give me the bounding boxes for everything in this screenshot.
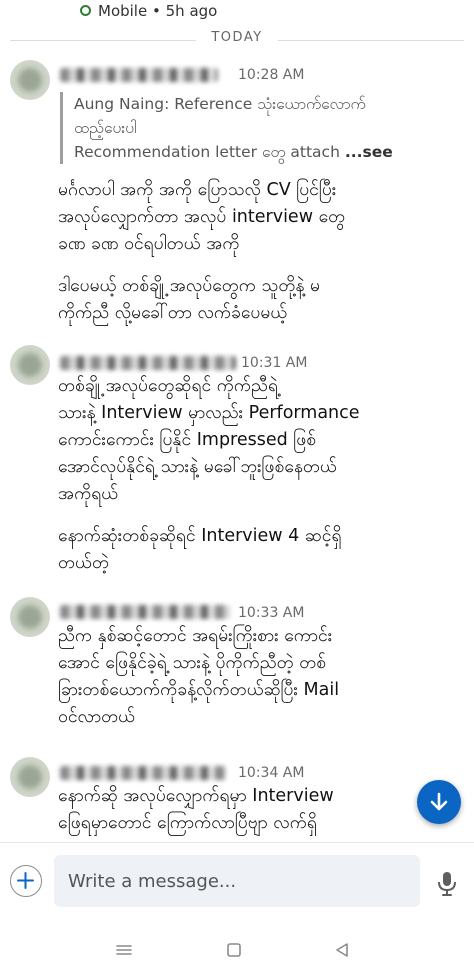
- avatar[interactable]: [10, 757, 50, 797]
- message-body: နောက်ဆို အလုပ်လျှောက်ရမှာ Interview ဖြေရ…: [58, 783, 466, 837]
- quoted-message[interactable]: Aung Naing: Reference သုံးယောက်လောက် ထည့…: [60, 92, 474, 164]
- message-line: အလုပ်လျှောက်တာ အလုပ် interview တွေ: [58, 207, 346, 227]
- sender-name-redacted[interactable]: [60, 605, 230, 619]
- message-line: အောင်လုပ်နိုင်ရဲ့ သားနဲ့ မခေါ်ဘူးဖြစ်နေတ…: [58, 457, 337, 477]
- sender-name-redacted[interactable]: [60, 356, 236, 370]
- sender-name-redacted[interactable]: [60, 766, 226, 780]
- message-line: နောက်ဆို အလုပ်လျှောက်ရမှာ Interview: [58, 786, 334, 806]
- message-line: ဝင်လာတယ်: [58, 707, 136, 727]
- message-time: 10:31 AM: [241, 355, 308, 371]
- message-line: မင်္ဂလာပါ အကို အကို ပြောသလို CV ပြင်ပြီး: [58, 180, 337, 200]
- avatar[interactable]: [10, 345, 50, 385]
- avatar[interactable]: [10, 60, 50, 100]
- date-divider: TODAY: [211, 30, 263, 45]
- home-square-icon[interactable]: [224, 940, 244, 960]
- message-line: ဒါပေမယ့် တစ်ချို့ အလုပ်တွေက သူတို့နဲ့ မ: [58, 276, 321, 296]
- message-line: ခြားတစ်ယောက်ကိုခန့်လိုက်တယ်ဆိုပြီး Mail: [58, 680, 340, 700]
- message-line: တစ်ချို့ အလုပ်တွေဆိုရင် ကိုက်ညီရဲ့: [58, 376, 279, 396]
- plus-icon: [17, 872, 34, 889]
- arrow-down-icon: [430, 792, 448, 811]
- message-input[interactable]: [54, 855, 420, 907]
- back-triangle-icon[interactable]: [332, 940, 352, 960]
- presence-text: Mobile • 5h ago: [98, 2, 217, 20]
- message-line: ခဏ ခဏ ဝင်ရပါတယ် အကို: [58, 234, 240, 254]
- message-time: 10:28 AM: [238, 67, 305, 83]
- message-line: ညီက နှစ်ဆင့်တောင် အရမ်းကြိုးစား ကောင်း: [58, 626, 333, 646]
- quote-line: ထည့်ပေးပါ: [74, 119, 137, 137]
- message-line: သားနဲ့ Interview မှာလည်း Performance: [58, 403, 360, 423]
- message-body: တစ်ချို့ အလုပ်တွေဆိုရင် ကိုက်ညီရဲ့ သားနဲ…: [58, 373, 466, 577]
- quote-line: Recommendation letter တွေ attach: [74, 143, 340, 161]
- microphone-icon[interactable]: [436, 871, 458, 897]
- attach-button[interactable]: [10, 865, 42, 897]
- message-line: တယ်တဲ့: [58, 553, 110, 573]
- message-time: 10:33 AM: [238, 605, 305, 621]
- message-composer: [0, 842, 474, 931]
- message-line: နောက်ဆုံးတစ်ခုဆိုရင် Interview 4 ဆင့်ရှိ: [58, 526, 342, 546]
- avatar[interactable]: [10, 597, 50, 637]
- message-line: ကိုက်ညီ လို့မခေါ်တာ လက်ခံပေမယ့်: [58, 303, 288, 323]
- menu-icon[interactable]: [114, 940, 134, 960]
- presence-separator: •: [152, 2, 161, 20]
- message-body: ညီက နှစ်ဆင့်တောင် အရမ်းကြိုးစား ကောင်း အ…: [58, 623, 466, 731]
- see-more-link[interactable]: ...see: [345, 143, 393, 161]
- online-status-icon: [80, 5, 91, 16]
- sender-name-redacted[interactable]: [60, 68, 218, 82]
- message-body: မင်္ဂလာပါ အကို အကို ပြောသလို CV ပြင်ပြီး…: [58, 177, 466, 327]
- message-line: ဖြေရမှာတောင် ကြောက်လာပြီဗျာ လက်ရှိ: [58, 813, 317, 833]
- message-line: အကိုရယ်: [58, 484, 119, 504]
- scroll-to-bottom-button[interactable]: [417, 780, 461, 824]
- presence-time: 5h ago: [165, 2, 218, 20]
- presence-source: Mobile: [98, 2, 148, 20]
- message-time: 10:34 AM: [238, 765, 305, 781]
- quote-line: Aung Naing: Reference သုံးယောက်လောက်: [74, 95, 366, 113]
- status-bar: Mobile • 5h ago: [0, 0, 474, 24]
- message-line: အောင် ဖြေနိုင်ခဲ့ရဲ့ သားနဲ့ ပိုကိုက်ညီတဲ…: [58, 653, 327, 673]
- system-navigation-bar: [0, 930, 474, 970]
- message-line: ကောင်းကောင်း ပြနိုင် Impressed ဖြစ်: [58, 430, 317, 450]
